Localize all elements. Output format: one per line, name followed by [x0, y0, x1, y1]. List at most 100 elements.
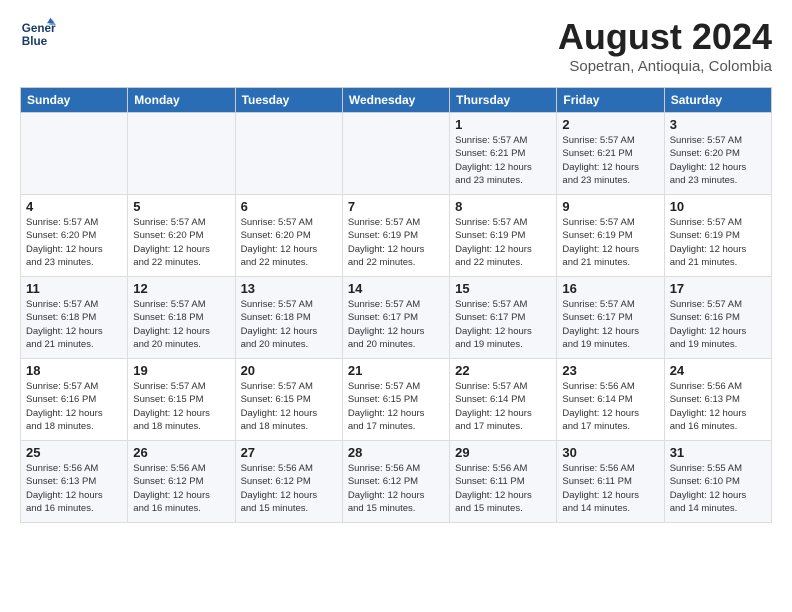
calendar-cell: 5 Sunrise: 5:57 AM Sunset: 6:20 PM Daylig… — [128, 195, 235, 277]
day-number: 26 — [133, 445, 229, 460]
day-info: Sunrise: 5:57 AM Sunset: 6:20 PM Dayligh… — [26, 216, 122, 269]
day-number: 9 — [562, 199, 658, 214]
day-number: 12 — [133, 281, 229, 296]
day-info: Sunrise: 5:56 AM Sunset: 6:12 PM Dayligh… — [241, 462, 337, 515]
day-number: 11 — [26, 281, 122, 296]
calendar-header-row: SundayMondayTuesdayWednesdayThursdayFrid… — [21, 88, 772, 113]
day-info: Sunrise: 5:57 AM Sunset: 6:19 PM Dayligh… — [348, 216, 444, 269]
weekday-header: Friday — [557, 88, 664, 113]
day-number: 10 — [670, 199, 766, 214]
day-info: Sunrise: 5:57 AM Sunset: 6:19 PM Dayligh… — [455, 216, 551, 269]
day-number: 28 — [348, 445, 444, 460]
day-info: Sunrise: 5:56 AM Sunset: 6:12 PM Dayligh… — [133, 462, 229, 515]
calendar-cell: 11Sunrise: 5:57 AM Sunset: 6:18 PM Dayli… — [21, 277, 128, 359]
calendar-cell: 28Sunrise: 5:56 AM Sunset: 6:12 PM Dayli… — [342, 441, 449, 523]
weekday-header: Sunday — [21, 88, 128, 113]
calendar-cell: 29Sunrise: 5:56 AM Sunset: 6:11 PM Dayli… — [450, 441, 557, 523]
calendar-cell: 20Sunrise: 5:57 AM Sunset: 6:15 PM Dayli… — [235, 359, 342, 441]
day-number: 5 — [133, 199, 229, 214]
calendar-cell: 4 Sunrise: 5:57 AM Sunset: 6:20 PM Daylig… — [21, 195, 128, 277]
day-info: Sunrise: 5:57 AM Sunset: 6:20 PM Dayligh… — [670, 134, 766, 187]
day-number: 15 — [455, 281, 551, 296]
calendar-cell: 22Sunrise: 5:57 AM Sunset: 6:14 PM Dayli… — [450, 359, 557, 441]
calendar-cell: 7 Sunrise: 5:57 AM Sunset: 6:19 PM Daylig… — [342, 195, 449, 277]
weekday-header: Thursday — [450, 88, 557, 113]
day-number: 27 — [241, 445, 337, 460]
page-subtitle: Sopetran, Antioquia, Colombia — [558, 58, 772, 75]
day-info: Sunrise: 5:57 AM Sunset: 6:17 PM Dayligh… — [455, 298, 551, 351]
day-number: 18 — [26, 363, 122, 378]
day-info: Sunrise: 5:56 AM Sunset: 6:13 PM Dayligh… — [670, 380, 766, 433]
day-info: Sunrise: 5:55 AM Sunset: 6:10 PM Dayligh… — [670, 462, 766, 515]
weekday-header: Monday — [128, 88, 235, 113]
day-number: 14 — [348, 281, 444, 296]
day-info: Sunrise: 5:57 AM Sunset: 6:17 PM Dayligh… — [348, 298, 444, 351]
day-info: Sunrise: 5:57 AM Sunset: 6:15 PM Dayligh… — [133, 380, 229, 433]
calendar-cell: 1Sunrise: 5:57 AM Sunset: 6:21 PM Daylig… — [450, 113, 557, 195]
day-number: 7 — [348, 199, 444, 214]
day-number: 13 — [241, 281, 337, 296]
day-number: 8 — [455, 199, 551, 214]
day-info: Sunrise: 5:57 AM Sunset: 6:19 PM Dayligh… — [670, 216, 766, 269]
day-info: Sunrise: 5:57 AM Sunset: 6:20 PM Dayligh… — [133, 216, 229, 269]
calendar-cell: 13 Sunrise: 5:57 AM Sunset: 6:18 PM Dayli… — [235, 277, 342, 359]
calendar-cell — [342, 113, 449, 195]
day-number: 24 — [670, 363, 766, 378]
day-info: Sunrise: 5:57 AM Sunset: 6:20 PM Dayligh… — [241, 216, 337, 269]
weekday-header: Saturday — [664, 88, 771, 113]
calendar-cell: 9 Sunrise: 5:57 AM Sunset: 6:19 PM Daylig… — [557, 195, 664, 277]
calendar-week-row: 25 Sunrise: 5:56 AM Sunset: 6:13 PM Dayli… — [21, 441, 772, 523]
calendar-cell — [128, 113, 235, 195]
day-info: Sunrise: 5:57 AM Sunset: 6:18 PM Dayligh… — [241, 298, 337, 351]
day-info: Sunrise: 5:56 AM Sunset: 6:14 PM Dayligh… — [562, 380, 658, 433]
calendar-week-row: 4 Sunrise: 5:57 AM Sunset: 6:20 PM Daylig… — [21, 195, 772, 277]
calendar-week-row: 11 Sunrise: 5:57 AM Sunset: 6:18 PM Dayli… — [21, 277, 772, 359]
day-info: Sunrise: 5:57 AM Sunset: 6:21 PM Dayligh… — [562, 134, 658, 187]
svg-text:Blue: Blue — [22, 35, 48, 48]
day-number: 21 — [348, 363, 444, 378]
calendar-cell — [235, 113, 342, 195]
title-area: August 2024 Sopetran, Antioquia, Colombi… — [558, 16, 772, 75]
calendar-cell: 25 Sunrise: 5:56 AM Sunset: 6:13 PM Dayli… — [21, 441, 128, 523]
calendar-cell: 12 Sunrise: 5:57 AM Sunset: 6:18 PM Dayli… — [128, 277, 235, 359]
day-info: Sunrise: 5:57 AM Sunset: 6:19 PM Dayligh… — [562, 216, 658, 269]
calendar-cell: 24 Sunrise: 5:56 AM Sunset: 6:13 PM Dayli… — [664, 359, 771, 441]
calendar-cell: 10 Sunrise: 5:57 AM Sunset: 6:19 PM Dayli… — [664, 195, 771, 277]
calendar-cell: 19 Sunrise: 5:57 AM Sunset: 6:15 PM Dayli… — [128, 359, 235, 441]
day-number: 16 — [562, 281, 658, 296]
day-info: Sunrise: 5:57 AM Sunset: 6:16 PM Dayligh… — [26, 380, 122, 433]
day-number: 1 — [455, 117, 551, 132]
calendar-cell: 3 Sunrise: 5:57 AM Sunset: 6:20 PM Daylig… — [664, 113, 771, 195]
day-number: 31 — [670, 445, 766, 460]
calendar-cell: 27 Sunrise: 5:56 AM Sunset: 6:12 PM Dayli… — [235, 441, 342, 523]
calendar-cell: 15 Sunrise: 5:57 AM Sunset: 6:17 PM Dayli… — [450, 277, 557, 359]
day-info: Sunrise: 5:57 AM Sunset: 6:18 PM Dayligh… — [133, 298, 229, 351]
day-number: 3 — [670, 117, 766, 132]
weekday-header: Tuesday — [235, 88, 342, 113]
day-number: 23 — [562, 363, 658, 378]
weekday-header: Wednesday — [342, 88, 449, 113]
day-info: Sunrise: 5:56 AM Sunset: 6:13 PM Dayligh… — [26, 462, 122, 515]
calendar-cell: 18 Sunrise: 5:57 AM Sunset: 6:16 PM Dayli… — [21, 359, 128, 441]
page-title: August 2024 — [558, 16, 772, 58]
day-number: 22 — [455, 363, 551, 378]
day-info: Sunrise: 5:56 AM Sunset: 6:11 PM Dayligh… — [562, 462, 658, 515]
calendar-cell: 8 Sunrise: 5:57 AM Sunset: 6:19 PM Daylig… — [450, 195, 557, 277]
day-number: 4 — [26, 199, 122, 214]
day-info: Sunrise: 5:57 AM Sunset: 6:17 PM Dayligh… — [562, 298, 658, 351]
day-number: 19 — [133, 363, 229, 378]
day-number: 25 — [26, 445, 122, 460]
calendar-cell: 31 Sunrise: 5:55 AM Sunset: 6:10 PM Dayli… — [664, 441, 771, 523]
calendar-body: 1 Sunrise: 5:57 AM Sunset: 6:21 PM Daylig… — [21, 113, 772, 523]
calendar-cell: 26 Sunrise: 5:56 AM Sunset: 6:12 PM Dayli… — [128, 441, 235, 523]
logo-icon: General Blue — [20, 16, 56, 52]
header: General Blue August 2024 Sopetran, Antio… — [20, 16, 772, 75]
calendar-cell: 21Sunrise: 5:57 AM Sunset: 6:15 PM Dayli… — [342, 359, 449, 441]
day-number: 17 — [670, 281, 766, 296]
calendar-week-row: 1 Sunrise: 5:57 AM Sunset: 6:21 PM Daylig… — [21, 113, 772, 195]
day-number: 30 — [562, 445, 658, 460]
calendar-cell: 14 Sunrise: 5:57 AM Sunset: 6:17 PM Dayli… — [342, 277, 449, 359]
calendar-week-row: 18 Sunrise: 5:57 AM Sunset: 6:16 PM Dayli… — [21, 359, 772, 441]
calendar-cell: 6Sunrise: 5:57 AM Sunset: 6:20 PM Daylig… — [235, 195, 342, 277]
calendar-cell: 23 Sunrise: 5:56 AM Sunset: 6:14 PM Dayli… — [557, 359, 664, 441]
